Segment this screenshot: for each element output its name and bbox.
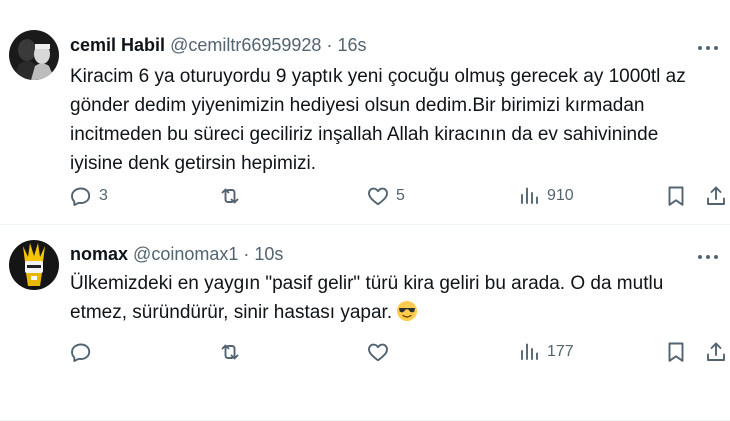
reply-button[interactable]: 3 <box>69 181 108 211</box>
tweet-text-line: Ülkemizdeki en yaygın "pasif gelir" türü… <box>70 273 664 294</box>
bookmark-button[interactable] <box>664 181 688 211</box>
retweet-icon <box>221 188 239 204</box>
user-handle[interactable]: @cemiltr66959928 <box>170 35 321 55</box>
tweet-text-line: gönder dedim yiyenimizin hediyesi olsun … <box>70 95 645 116</box>
timestamp[interactable]: 16s <box>337 35 366 55</box>
views-button[interactable]: 177 <box>517 337 574 367</box>
share-button[interactable] <box>704 181 728 211</box>
like-icon <box>368 343 388 362</box>
tweet-text-line-wrap: etmez, süründürür, sinir hastası yapar. <box>70 298 720 327</box>
separator: · <box>243 244 250 264</box>
share-icon <box>707 342 725 361</box>
views-button[interactable]: 910 <box>517 181 574 211</box>
sunglasses-emoji-icon <box>396 300 418 322</box>
like-button[interactable]: 5 <box>366 181 405 211</box>
views-count: 177 <box>547 343 574 360</box>
tweet-card[interactable]: nomax @coinomax1 · 10s Ülkemizdeki en ya… <box>0 224 730 421</box>
avatar[interactable] <box>9 30 59 80</box>
tweet-text-line: Kiracim 6 ya oturuyordu 9 yaptık yeni ço… <box>70 66 686 87</box>
views-icon <box>521 187 538 204</box>
tweet-text: Kiracim 6 ya oturuyordu 9 yaptık yeni ço… <box>70 62 720 178</box>
action-bar: 177 <box>66 337 726 367</box>
reply-count: 3 <box>99 187 108 204</box>
tweet-text-line: iyisine denk getirsin hepimizi. <box>70 153 317 174</box>
share-icon <box>707 186 725 205</box>
display-name[interactable]: cemil Habil <box>70 35 165 55</box>
action-bar: 3 5 910 <box>66 181 726 211</box>
tweet-header: nomax @coinomax1 · 10s <box>70 242 283 266</box>
more-icon[interactable] <box>694 245 722 269</box>
like-icon <box>368 187 388 206</box>
avatar[interactable] <box>9 240 59 290</box>
reply-icon <box>71 187 91 206</box>
tweet-card[interactable]: cemil Habil @cemiltr66959928 · 16s Kirac… <box>0 0 730 225</box>
tweet-header: cemil Habil @cemiltr66959928 · 16s <box>70 33 366 57</box>
reply-icon <box>71 343 91 362</box>
retweet-button[interactable] <box>218 337 248 367</box>
reply-button[interactable] <box>69 337 99 367</box>
display-name[interactable]: nomax <box>70 244 128 264</box>
views-count: 910 <box>547 187 574 204</box>
separator: · <box>326 35 333 55</box>
tweet-text: Ülkemizdeki en yaygın "pasif gelir" türü… <box>70 269 720 327</box>
user-handle[interactable]: @coinomax1 <box>133 244 238 264</box>
like-count: 5 <box>396 187 405 204</box>
retweet-button[interactable] <box>218 181 248 211</box>
bookmark-button[interactable] <box>664 337 688 367</box>
views-icon <box>521 343 538 360</box>
bookmark-icon <box>668 186 684 206</box>
more-icon[interactable] <box>694 36 722 60</box>
retweet-icon <box>221 344 239 360</box>
like-button[interactable] <box>366 337 396 367</box>
timestamp[interactable]: 10s <box>254 244 283 264</box>
bookmark-icon <box>668 342 684 362</box>
tweet-text-line: incitmeden bu süreci geciliriz inşallah … <box>70 124 659 145</box>
share-button[interactable] <box>704 337 728 367</box>
tweet-text-line: etmez, süründürür, sinir hastası yapar. <box>70 302 393 323</box>
